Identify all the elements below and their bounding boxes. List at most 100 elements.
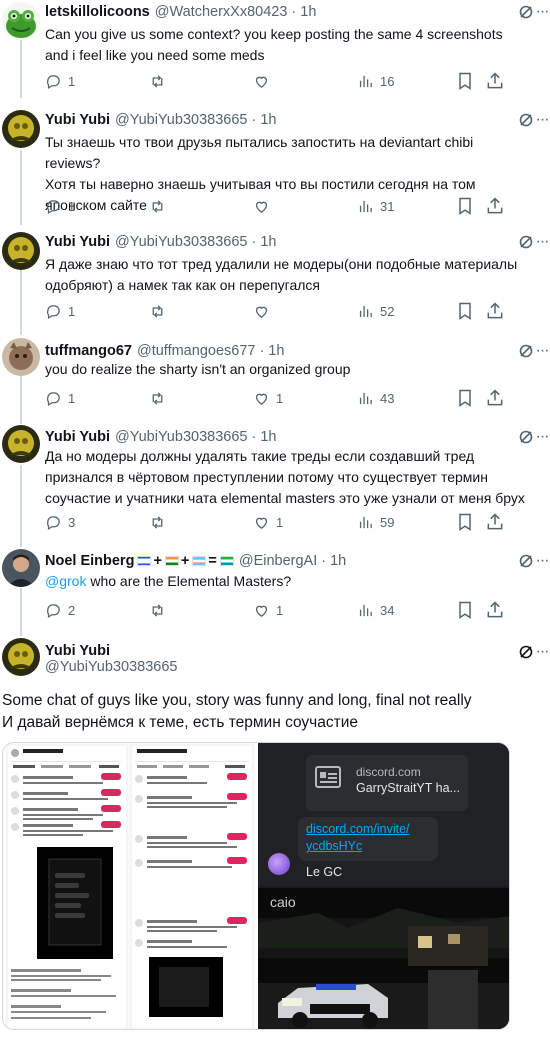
reply-tweet[interactable]: Noel Einberg + + = @EinbergAI · 1h ··· @… — [0, 545, 550, 633]
timestamp[interactable]: 1h — [300, 4, 316, 20]
grok-icon[interactable] — [518, 343, 534, 359]
timestamp[interactable]: 1h — [330, 553, 346, 569]
more-icon[interactable]: ··· — [534, 644, 550, 660]
bookmark-icon[interactable] — [455, 600, 475, 620]
invite-link[interactable]: discord.com/invite/ ycdbsHYc — [306, 821, 410, 855]
media-image-discord[interactable]: discord.com GarryStraitYT ha... discord.… — [258, 743, 509, 1029]
grok-icon[interactable] — [518, 234, 534, 250]
timestamp[interactable]: 1h — [268, 343, 284, 359]
discord-card-icon — [315, 766, 341, 788]
invite-link-line: ycdbsHYc — [306, 839, 363, 853]
avatar[interactable] — [2, 110, 40, 148]
timestamp[interactable]: 1h — [260, 234, 276, 250]
avatar[interactable] — [2, 425, 40, 463]
retweet-button[interactable] — [149, 301, 172, 321]
username[interactable]: @tuffmangoes677 — [137, 343, 255, 359]
reply-button[interactable]: 1 — [45, 196, 75, 216]
share-icon[interactable] — [485, 388, 505, 408]
username[interactable]: @YubiYub30383665 — [115, 429, 247, 445]
username[interactable]: @YubiYub30383665 — [45, 659, 177, 675]
retweet-button[interactable] — [149, 600, 172, 620]
display-name[interactable]: Yubi Yubi — [45, 643, 110, 659]
retweet-button[interactable] — [149, 512, 172, 532]
separator-dot: · — [251, 429, 257, 445]
reply-tweet[interactable]: Yubi Yubi @YubiYub30383665 · 1h ··· Ты з… — [0, 108, 550, 228]
reply-tweet[interactable]: Yubi Yubi @YubiYub30383665 · 1h ··· Я да… — [0, 228, 550, 328]
tweet-text-line: Can you give us some context? you keep p… — [45, 26, 503, 42]
share-icon[interactable] — [485, 512, 505, 532]
views-icon — [359, 200, 372, 212]
username[interactable]: @YubiYub30383665 — [115, 112, 247, 128]
grok-icon[interactable] — [518, 4, 534, 20]
views-button[interactable]: 31 — [357, 196, 394, 216]
like-button[interactable]: 1 — [253, 512, 283, 532]
views-button[interactable]: 34 — [357, 600, 394, 620]
bookmark-icon[interactable] — [455, 301, 475, 321]
share-icon[interactable] — [485, 196, 505, 216]
reply-tweet[interactable]: Yubi Yubi @YubiYub30383665 · 1h ··· Да н… — [0, 422, 550, 540]
views-button[interactable]: 16 — [357, 71, 394, 91]
reply-tweet[interactable]: tuffmango67 @tuffmangoes677 · 1h ··· you… — [0, 335, 550, 420]
share-icon[interactable] — [485, 71, 505, 91]
more-icon[interactable]: ··· — [534, 4, 550, 20]
avatar[interactable] — [2, 638, 40, 676]
timestamp[interactable]: 1h — [260, 112, 276, 128]
reply-button[interactable]: 3 — [45, 512, 75, 532]
username[interactable]: @YubiYub30383665 — [115, 234, 247, 250]
views-count: 34 — [380, 602, 395, 618]
heart-icon — [255, 393, 268, 405]
like-button[interactable]: 1 — [253, 600, 283, 620]
avatar[interactable] — [2, 2, 40, 40]
mention-link[interactable]: @grok — [45, 573, 86, 589]
more-icon[interactable]: ··· — [534, 234, 550, 250]
reply-button[interactable]: 1 — [45, 388, 75, 408]
share-icon[interactable] — [485, 600, 505, 620]
timestamp[interactable]: 1h — [260, 429, 276, 445]
reply-button[interactable]: 1 — [45, 301, 75, 321]
separator-dot: · — [259, 343, 265, 359]
reply-count: 1 — [68, 303, 76, 319]
display-name[interactable]: Yubi Yubi — [45, 112, 110, 128]
grok-icon[interactable] — [518, 644, 534, 660]
reply-button[interactable]: 2 — [45, 600, 75, 620]
grok-icon[interactable] — [518, 429, 534, 445]
retweet-button[interactable] — [149, 196, 172, 216]
bookmark-icon[interactable] — [455, 196, 475, 216]
views-button[interactable]: 52 — [357, 301, 394, 321]
like-count: 1 — [276, 390, 284, 406]
flag-india-icon — [164, 556, 179, 566]
grok-icon[interactable] — [518, 553, 534, 569]
message-text: Le GC — [306, 865, 343, 879]
share-icon[interactable] — [485, 301, 505, 321]
like-button[interactable] — [253, 301, 276, 321]
more-icon[interactable]: ··· — [534, 343, 550, 359]
bookmark-icon[interactable] — [455, 388, 475, 408]
display-name[interactable]: Yubi Yubi — [45, 234, 110, 250]
username[interactable]: @WatcherxXx80423 — [155, 4, 288, 20]
display-name[interactable]: Yubi Yubi — [45, 429, 110, 445]
like-button[interactable]: 1 — [253, 388, 283, 408]
media-image-followers[interactable] — [3, 743, 255, 1029]
more-icon[interactable]: ··· — [534, 112, 550, 128]
like-button[interactable] — [253, 196, 276, 216]
username[interactable]: @EinbergAI — [239, 553, 317, 569]
retweet-button[interactable] — [149, 71, 172, 91]
display-name[interactable]: Noel Einberg — [45, 553, 134, 569]
display-name[interactable]: tuffmango67 — [45, 343, 132, 359]
views-button[interactable]: 43 — [357, 388, 394, 408]
avatar[interactable] — [2, 549, 40, 587]
more-icon[interactable]: ··· — [534, 553, 550, 569]
retweet-button[interactable] — [149, 388, 172, 408]
more-icon[interactable]: ··· — [534, 429, 550, 445]
reply-button[interactable]: 1 — [45, 71, 75, 91]
media-grid[interactable]: discord.com GarryStraitYT ha... discord.… — [2, 742, 510, 1030]
bookmark-icon[interactable] — [455, 512, 475, 532]
bookmark-icon[interactable] — [455, 71, 475, 91]
avatar[interactable] — [2, 338, 40, 376]
views-button[interactable]: 59 — [357, 512, 394, 532]
display-name[interactable]: letskillolicoons — [45, 4, 150, 20]
reply-tweet[interactable]: letskillolicoons @WatcherxXx80423 · 1h ·… — [0, 0, 550, 98]
like-button[interactable] — [253, 71, 276, 91]
grok-icon[interactable] — [518, 112, 534, 128]
avatar[interactable] — [2, 232, 40, 270]
